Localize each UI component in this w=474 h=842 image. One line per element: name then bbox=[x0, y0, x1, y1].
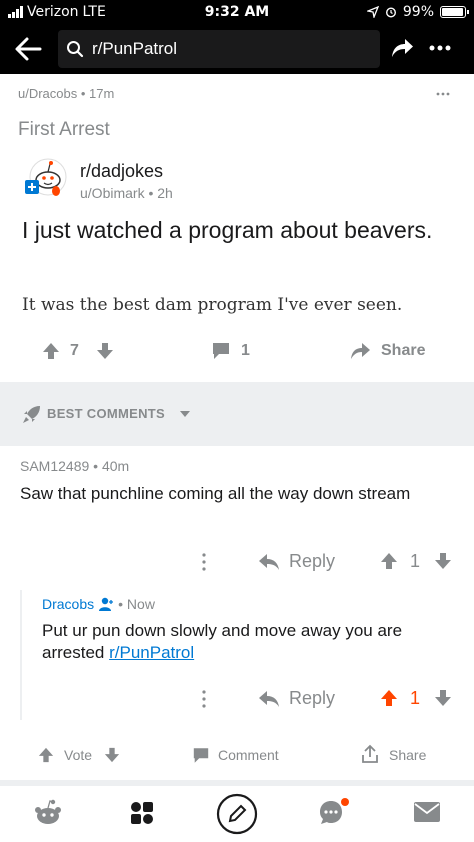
comment-bubble-icon[interactable] bbox=[192, 747, 210, 764]
comment-reply-label[interactable]: Reply bbox=[289, 551, 335, 572]
share-icon[interactable] bbox=[389, 35, 415, 61]
post-overflow-icon[interactable] bbox=[436, 92, 450, 96]
battery-icon bbox=[440, 6, 469, 18]
crosspost-author-meta[interactable]: u/Obimark • 2h bbox=[80, 185, 173, 201]
comment-actions: Reply 1 bbox=[0, 548, 474, 576]
top-nav: r/PunPatrol bbox=[0, 24, 474, 74]
bottom-tab-bar bbox=[0, 786, 474, 842]
inbox-icon[interactable] bbox=[413, 801, 441, 823]
crosspost-actions: 7 1 Share bbox=[0, 334, 474, 370]
reply-author-name[interactable]: Dracobs bbox=[42, 596, 94, 612]
vote-label: Vote bbox=[64, 747, 93, 763]
reply-actions: Reply 1 bbox=[0, 685, 474, 713]
comment-icon[interactable] bbox=[211, 342, 231, 360]
subreddit-link[interactable]: r/PunPatrol bbox=[109, 643, 194, 662]
crosspost-title[interactable]: I just watched a program about beavers. bbox=[22, 216, 442, 245]
rocket-icon bbox=[23, 406, 40, 423]
comment-score: 1 bbox=[410, 551, 421, 571]
reply-body-text: Put ur pun down slowly and move away you… bbox=[42, 621, 403, 662]
downvote-icon[interactable] bbox=[96, 342, 114, 360]
location-icon bbox=[366, 6, 379, 18]
reply-icon[interactable] bbox=[258, 689, 280, 709]
reply-score: 1 bbox=[410, 688, 421, 708]
reply-time: • Now bbox=[118, 596, 155, 612]
reply-downvote-icon[interactable] bbox=[434, 689, 452, 707]
user-badge-icon bbox=[99, 597, 114, 611]
comment-body: Saw that punchline coming all the way do… bbox=[20, 484, 411, 503]
comment-author-meta[interactable]: SAM12489 • 40m bbox=[20, 458, 129, 474]
status-right: 99% bbox=[366, 4, 469, 20]
share-arrow-icon[interactable] bbox=[349, 341, 371, 361]
post-action-bar: Vote Comment Share bbox=[0, 740, 474, 772]
crosspost-comment-count[interactable]: 1 bbox=[241, 342, 250, 360]
battery-percent: 99% bbox=[402, 4, 434, 20]
vote-down-icon[interactable] bbox=[104, 747, 120, 763]
share-label[interactable]: Share bbox=[389, 747, 426, 763]
chevron-down-icon bbox=[180, 411, 190, 417]
upvote-icon[interactable] bbox=[42, 342, 60, 360]
comment-downvote-icon[interactable] bbox=[434, 552, 452, 570]
search-icon bbox=[67, 41, 84, 58]
create-post-icon[interactable] bbox=[216, 793, 258, 835]
share-upload-icon[interactable] bbox=[360, 744, 380, 764]
crosspost-share-label[interactable]: Share bbox=[381, 342, 425, 360]
search-bar[interactable]: r/PunPatrol bbox=[58, 30, 380, 68]
communities-icon[interactable] bbox=[130, 801, 154, 825]
alarm-icon bbox=[385, 7, 396, 18]
vote-up-icon[interactable] bbox=[38, 747, 54, 763]
comment-overflow-icon[interactable] bbox=[201, 552, 207, 572]
post-title: First Arrest bbox=[18, 119, 110, 140]
crosspost-body: It was the best dam program I've ever se… bbox=[22, 295, 403, 315]
reply-reply-label[interactable]: Reply bbox=[289, 688, 335, 709]
back-arrow-icon[interactable] bbox=[14, 36, 42, 62]
sort-label[interactable]: BEST COMMENTS bbox=[47, 406, 165, 421]
search-input[interactable]: r/PunPatrol bbox=[92, 39, 177, 59]
post-author-meta[interactable]: u/Dracobs • 17m bbox=[18, 86, 114, 101]
comment-sort-bar[interactable]: BEST COMMENTS bbox=[0, 382, 474, 446]
reply-author-meta: Dracobs • Now bbox=[42, 596, 155, 612]
crosspost-subreddit[interactable]: r/dadjokes bbox=[80, 161, 163, 182]
home-icon[interactable] bbox=[33, 799, 63, 827]
reply-body: Put ur pun down slowly and move away you… bbox=[42, 620, 462, 664]
chat-icon[interactable] bbox=[318, 797, 352, 827]
reply-upvote-active-icon[interactable] bbox=[380, 689, 398, 707]
subreddit-avatar-icon[interactable] bbox=[23, 156, 69, 202]
status-bar: Verizon LTE 9:32 AM 99% bbox=[0, 0, 474, 24]
reply-icon[interactable] bbox=[258, 552, 280, 572]
comment-label[interactable]: Comment bbox=[218, 747, 279, 763]
crosspost-score: 7 bbox=[70, 342, 79, 359]
comment-upvote-icon[interactable] bbox=[380, 552, 398, 570]
reply-overflow-icon[interactable] bbox=[201, 689, 207, 709]
more-options-icon[interactable] bbox=[428, 44, 452, 52]
